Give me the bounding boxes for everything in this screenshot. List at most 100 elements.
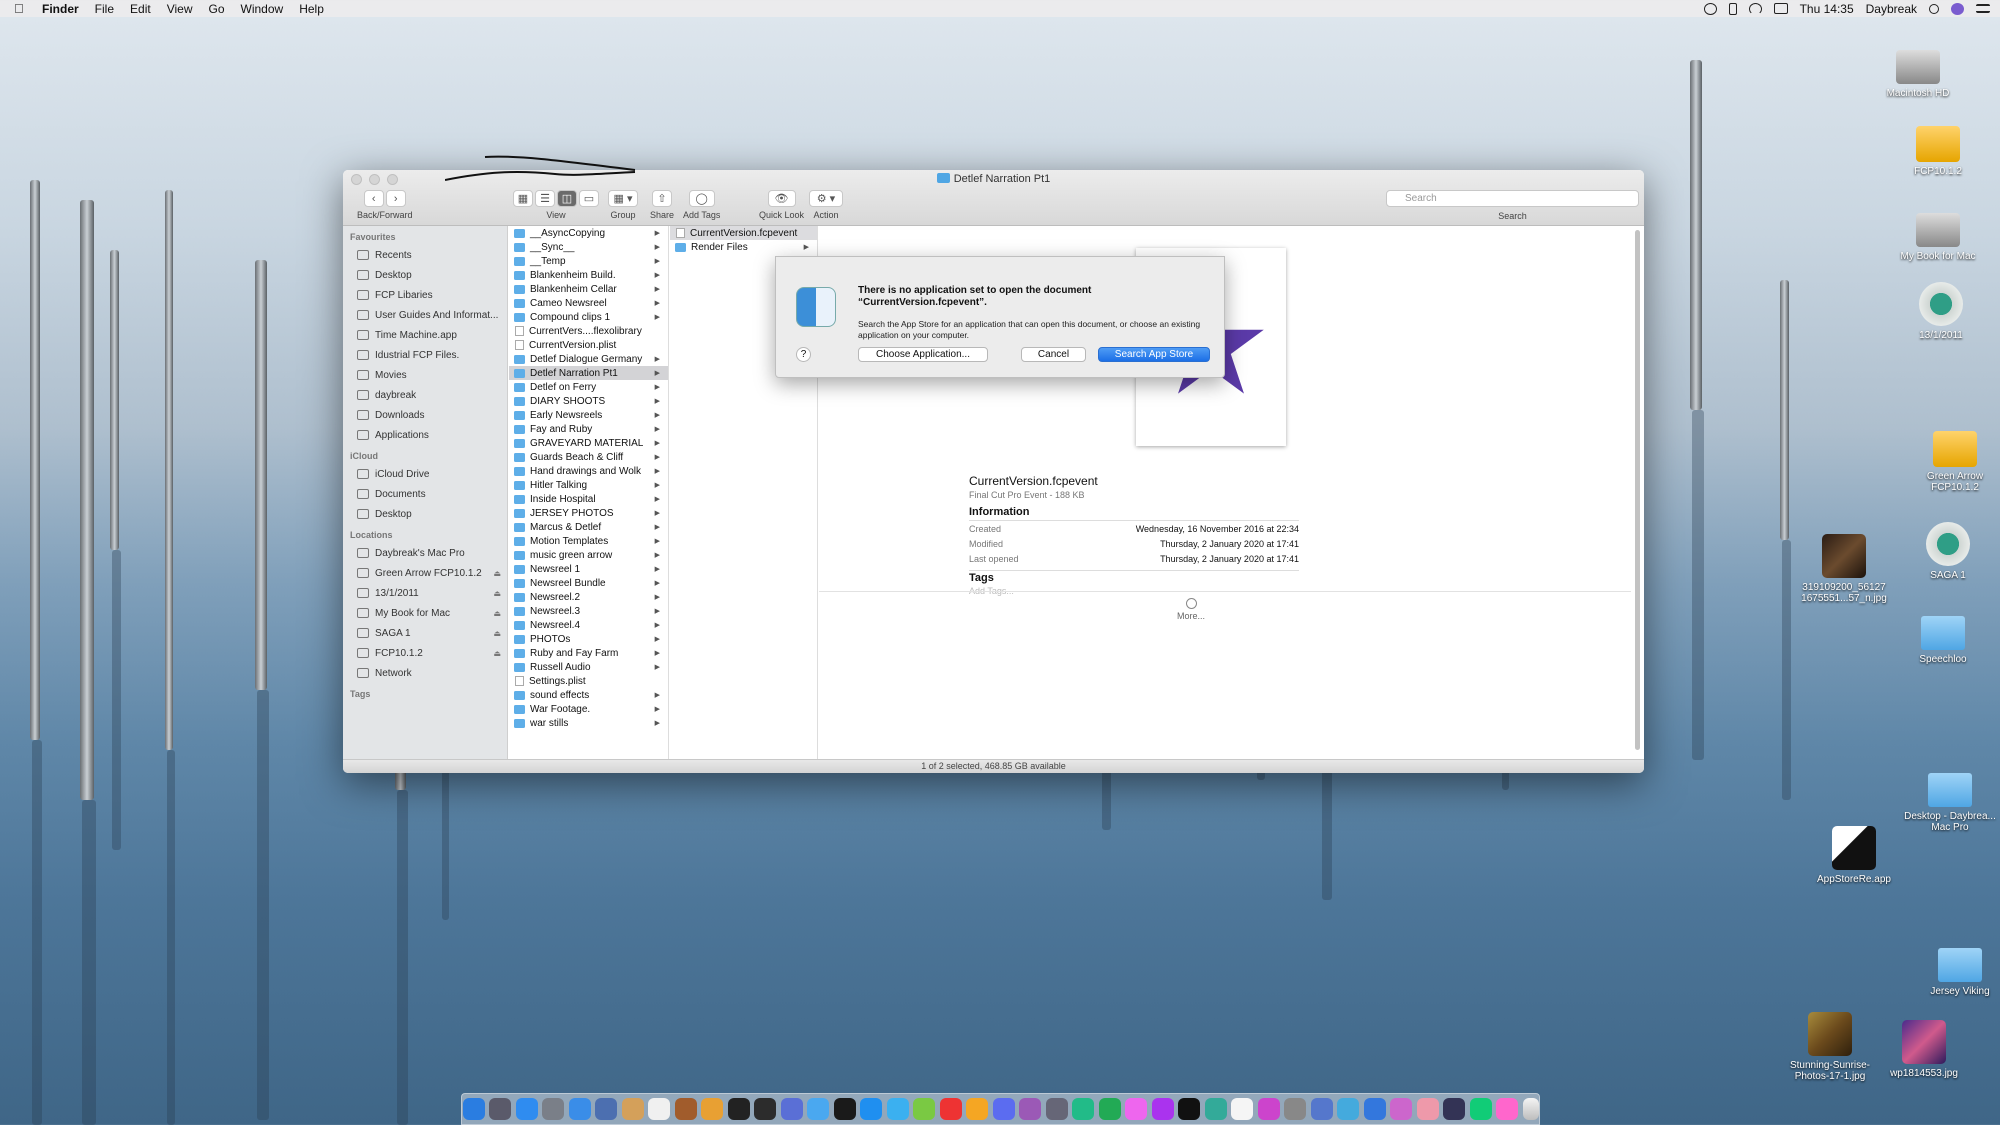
folder-row[interactable]: Ruby and Fay Farm ▶ xyxy=(509,646,668,660)
desktop-icon-wp1814553[interactable]: wp1814553.jpg xyxy=(1876,1020,1972,1079)
dock-app-icon[interactable] xyxy=(727,1098,750,1120)
folder-row[interactable]: Blankenheim Cellar ▶ xyxy=(509,282,668,296)
dock-app-icon[interactable] xyxy=(1443,1098,1465,1120)
folder-row[interactable]: Guards Beach & Cliff ▶ xyxy=(509,450,668,464)
desktop-icon-macintosh-hd[interactable]: Macintosh HD xyxy=(1870,42,1966,99)
desktop-icon-speechloo[interactable]: Speechloo xyxy=(1895,608,1991,665)
folder-row[interactable]: music green arrow ▶ xyxy=(509,548,668,562)
folder-row[interactable]: __Sync__ ▶ xyxy=(509,240,668,254)
folder-row[interactable]: __Temp ▶ xyxy=(509,254,668,268)
sidebar-item-network[interactable]: Network xyxy=(343,663,507,683)
dock-app-icon[interactable] xyxy=(992,1098,1015,1120)
menu-user[interactable]: Daybreak xyxy=(1866,2,1917,16)
sidebar-item-fcp10-1-2[interactable]: FCP10.1.2 ⏏ xyxy=(343,643,507,663)
dock-app-icon[interactable] xyxy=(621,1098,644,1120)
menu-edit[interactable]: Edit xyxy=(130,2,151,16)
sidebar-item-saga-1[interactable]: SAGA 1 ⏏ xyxy=(343,623,507,643)
dock-app-icon[interactable] xyxy=(886,1098,909,1120)
desktop-icon-my-book[interactable]: My Book for Mac xyxy=(1890,205,1986,262)
sidebar-item-13-1-2011[interactable]: 13/1/2011 ⏏ xyxy=(343,583,507,603)
cancel-button[interactable]: Cancel xyxy=(1021,347,1086,362)
more-button[interactable]: More... xyxy=(1176,598,1206,621)
dock-app-icon[interactable] xyxy=(1363,1098,1386,1120)
menu-view[interactable]: View xyxy=(167,2,193,16)
desktop-icon-green-arrow[interactable]: Green Arrow FCP10.1.2 xyxy=(1907,425,2000,493)
dock-app-icon[interactable] xyxy=(462,1098,485,1120)
dock-app-icon[interactable] xyxy=(913,1098,935,1120)
eject-icon[interactable]: ⏏ xyxy=(493,629,501,638)
siri-icon[interactable] xyxy=(1951,2,1964,15)
dock-app-icon[interactable] xyxy=(1045,1098,1068,1120)
sidebar-item-desktop[interactable]: Desktop xyxy=(343,504,507,524)
folder-row[interactable]: Detlef on Ferry ▶ xyxy=(509,380,668,394)
dock-app-icon[interactable] xyxy=(860,1098,882,1120)
dock-app-icon[interactable] xyxy=(515,1098,538,1120)
folder-row[interactable]: GRAVEYARD MATERIAL ▶ xyxy=(509,436,668,450)
file-row[interactable]: Settings.plist xyxy=(509,674,668,688)
search-app-store-button[interactable]: Search App Store xyxy=(1098,347,1210,362)
sidebar-item-green-arrow-fcp10-1-2[interactable]: Green Arrow FCP10.1.2 ⏏ xyxy=(343,563,507,583)
menu-window[interactable]: Window xyxy=(241,2,284,16)
folder-row[interactable]: Newsreel 1 ▶ xyxy=(509,562,668,576)
folder-row[interactable]: Detlef Narration Pt1 ▶ xyxy=(509,366,668,380)
folder-row[interactable]: Marcus & Detlef ▶ xyxy=(509,520,668,534)
file-row[interactable]: CurrentVersion.plist xyxy=(509,338,668,352)
folder-row[interactable]: __AsyncCopying ▶ xyxy=(509,226,668,240)
folder-row[interactable]: DIARY SHOOTS ▶ xyxy=(509,394,668,408)
folder-row[interactable]: War Footage. ▶ xyxy=(509,702,668,716)
dock-app-icon[interactable] xyxy=(1496,1098,1518,1120)
sidebar-item-daybreak-s-mac-pro[interactable]: Daybreak's Mac Pro xyxy=(343,543,507,563)
dock-app-icon[interactable] xyxy=(1019,1098,1041,1120)
dock-app-icon[interactable] xyxy=(1310,1098,1333,1120)
sidebar-item-daybreak[interactable]: daybreak xyxy=(343,385,507,405)
folder-row[interactable]: Fay and Ruby ▶ xyxy=(509,422,668,436)
choose-application-button[interactable]: Choose Application... xyxy=(858,347,988,362)
notification-center-icon[interactable] xyxy=(1976,4,1990,13)
folder-row[interactable]: Cameo Newsreel ▶ xyxy=(509,296,668,310)
dock-app-icon[interactable] xyxy=(568,1098,591,1120)
dock-app-icon[interactable] xyxy=(595,1098,617,1120)
column-view-button[interactable]: ◫ xyxy=(557,190,577,207)
dock-app-icon[interactable] xyxy=(1416,1098,1439,1120)
menu-clock[interactable]: Thu 14:35 xyxy=(1800,2,1854,16)
dock-app-icon[interactable] xyxy=(542,1098,564,1120)
list-view-button[interactable]: ☰ xyxy=(535,190,555,207)
dock-app-icon[interactable] xyxy=(1337,1098,1359,1120)
folder-row[interactable]: Hitler Talking ▶ xyxy=(509,478,668,492)
sidebar-item-idustrial-fcp-files[interactable]: Idustrial FCP Files. xyxy=(343,345,507,365)
dock-app-icon[interactable] xyxy=(1204,1098,1227,1120)
sidebar-item-user-guides-and-informat[interactable]: User Guides And Informat... xyxy=(343,305,507,325)
scrollbar[interactable] xyxy=(1635,230,1640,750)
folder-row[interactable]: Newsreel Bundle ▶ xyxy=(509,576,668,590)
file-row[interactable]: CurrentVersion.fcpevent xyxy=(670,226,817,240)
dock-app-icon[interactable] xyxy=(780,1098,803,1120)
search-input[interactable]: Search xyxy=(1386,190,1639,207)
folder-row[interactable]: PHOTOs ▶ xyxy=(509,632,668,646)
spotlight-icon[interactable] xyxy=(1929,3,1939,14)
back-button[interactable]: ‹ xyxy=(363,190,384,207)
dock-app-icon[interactable] xyxy=(1151,1098,1174,1120)
quick-look-button[interactable]: 👁 xyxy=(767,190,796,207)
sidebar-item-documents[interactable]: Documents xyxy=(343,484,507,504)
folder-row[interactable]: Blankenheim Build. ▶ xyxy=(509,268,668,282)
dock-app-icon[interactable] xyxy=(1390,1098,1412,1120)
eject-icon[interactable]: ⏏ xyxy=(493,609,501,618)
add-tags-button[interactable]: ◯ xyxy=(688,190,715,207)
dock-app-icon[interactable] xyxy=(701,1098,723,1120)
share-button[interactable]: ⇧ xyxy=(652,190,673,207)
folder-row[interactable]: Render Files ▶ xyxy=(670,240,817,254)
folder-row[interactable]: Hand drawings and Wolk ▶ xyxy=(509,464,668,478)
dock-app-icon[interactable] xyxy=(674,1098,697,1120)
desktop-icon-jersey-viking[interactable]: Jersey Viking xyxy=(1912,940,2000,997)
trash-icon[interactable] xyxy=(1522,1098,1539,1120)
gallery-view-button[interactable]: ▭ xyxy=(579,190,599,207)
desktop-icon-saga-1[interactable]: SAGA 1 xyxy=(1900,522,1996,581)
wifi-status-icon[interactable] xyxy=(1748,2,1762,15)
file-row[interactable]: CurrentVers....flexolibrary xyxy=(509,324,668,338)
menu-go[interactable]: Go xyxy=(209,2,225,16)
sidebar-item-fcp-libaries[interactable]: FCP Libaries xyxy=(343,285,507,305)
folder-row[interactable]: sound effects ▶ xyxy=(509,688,668,702)
dock-app-icon[interactable] xyxy=(648,1098,670,1120)
desktop-icon-stunning-sunrise[interactable]: Stunning-Sunrise-Photos-17-1.jpg xyxy=(1782,1012,1878,1082)
volume-status-icon[interactable] xyxy=(1773,3,1788,14)
